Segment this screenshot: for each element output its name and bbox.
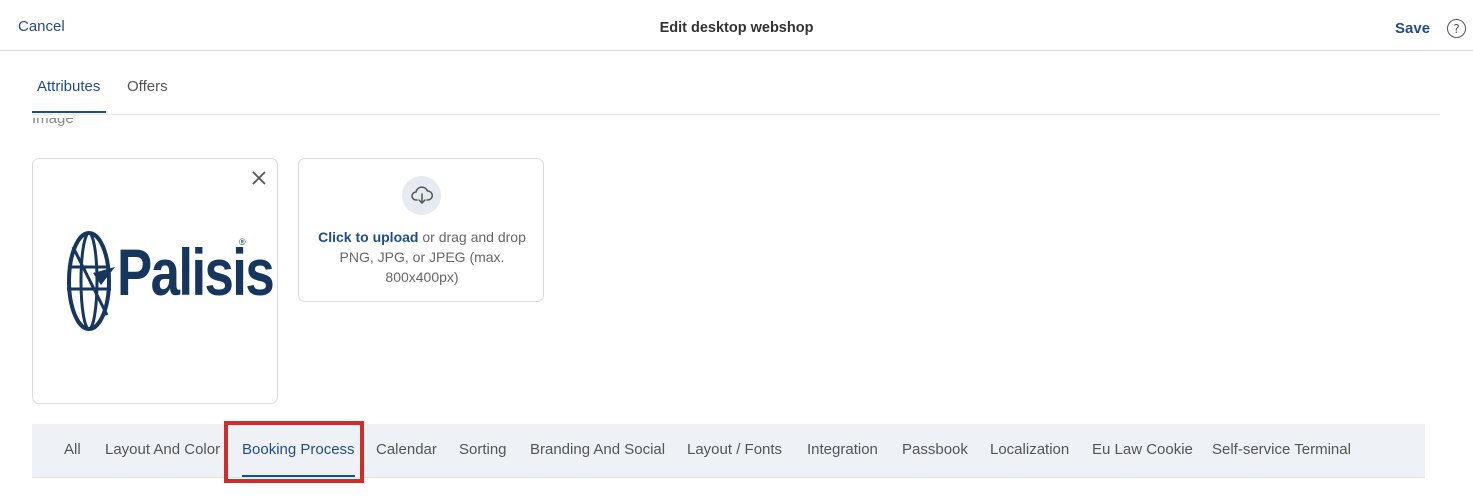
help-icon[interactable]: ? <box>1447 19 1466 38</box>
tab-bar: Attributes Offers <box>32 52 1440 115</box>
filter-sorting[interactable]: Sorting <box>459 441 507 458</box>
filter-branding-and-social[interactable]: Branding And Social <box>530 441 665 458</box>
save-button[interactable]: Save <box>1395 20 1430 37</box>
highlight-annotation <box>224 421 364 483</box>
page-title: Edit desktop webshop <box>659 20 814 36</box>
uploaded-image-card: Palisis ® <box>32 158 278 404</box>
company-logo: Palisis ® <box>63 227 275 337</box>
close-icon[interactable] <box>250 169 268 187</box>
cloud-download-icon <box>402 176 441 215</box>
click-to-upload-link[interactable]: Click to upload <box>318 229 418 245</box>
filter-layout-fonts[interactable]: Layout / Fonts <box>687 441 782 458</box>
section-label-cutoff: Image <box>32 118 92 132</box>
section-label: Image <box>32 118 74 127</box>
top-bar: Cancel Edit desktop webshop Save ? <box>0 0 1473 51</box>
active-tab-indicator <box>32 111 106 113</box>
filter-calendar[interactable]: Calendar <box>376 441 437 458</box>
globe-icon <box>67 231 115 331</box>
filter-localization[interactable]: Localization <box>990 441 1069 458</box>
tab-offers[interactable]: Offers <box>127 78 168 95</box>
filter-layout-and-color[interactable]: Layout And Color <box>105 441 220 458</box>
filter-integration[interactable]: Integration <box>807 441 878 458</box>
filter-passbook[interactable]: Passbook <box>902 441 968 458</box>
filter-self-service-terminal[interactable]: Self-service Terminal <box>1212 441 1351 458</box>
upload-instructions: Click to upload or drag and drop PNG, JP… <box>313 227 531 287</box>
tab-attributes[interactable]: Attributes <box>37 78 100 95</box>
registered-mark: ® <box>239 237 246 247</box>
logo-wordmark: Palisis <box>117 235 275 309</box>
filter-all[interactable]: All <box>64 441 81 458</box>
upload-dropzone[interactable]: Click to upload or drag and drop PNG, JP… <box>298 158 544 302</box>
filter-eu-law-cookie[interactable]: Eu Law Cookie <box>1092 441 1193 458</box>
